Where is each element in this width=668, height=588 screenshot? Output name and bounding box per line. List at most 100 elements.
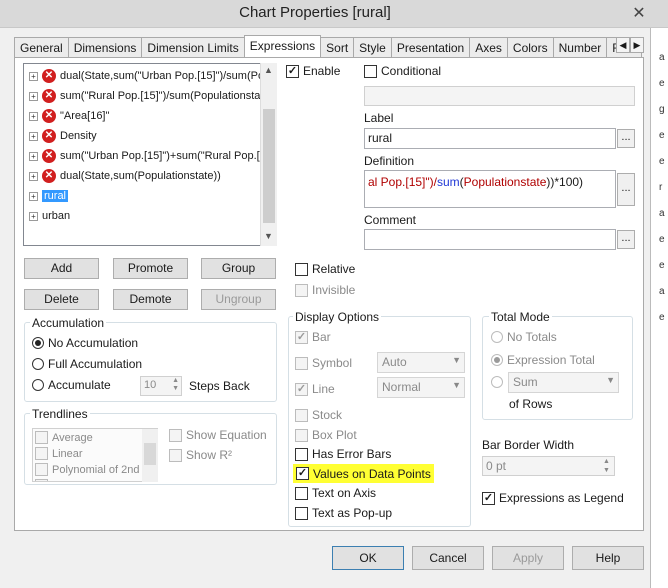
trendline-checkbox[interactable] (35, 431, 48, 444)
tab-dimension-limits[interactable]: Dimension Limits (141, 37, 245, 57)
tab-scroll-right-icon[interactable]: ▶ (630, 37, 644, 53)
definition-input[interactable]: al Pop.[15]")/sum(Populationstate))*100) (364, 170, 616, 208)
label-input[interactable]: rural (364, 128, 616, 149)
sum-radio[interactable] (491, 376, 503, 388)
expression-item[interactable]: + ✕ dual(State,sum(Populationstate)) (29, 167, 221, 185)
trendline-item[interactable]: Linear (35, 447, 83, 460)
label-edit-button[interactable]: ... (617, 129, 635, 148)
relative-option[interactable]: Relative (295, 262, 355, 276)
scroll-thumb[interactable] (263, 109, 275, 223)
no-totals-radio[interactable] (491, 331, 503, 343)
expressions-list[interactable]: + ✕ dual(State,sum("Urban Pop.[15]")/sum(P… (23, 63, 277, 246)
expression-item[interactable]: + rural (29, 187, 69, 205)
add-button[interactable]: Add (24, 258, 99, 279)
tab-expressions[interactable]: Expressions (243, 35, 322, 57)
group-button[interactable]: Group (201, 258, 276, 279)
expression-total-option[interactable]: Expression Total (491, 353, 595, 367)
cancel-button[interactable]: Cancel (412, 546, 484, 570)
sum-option[interactable] (491, 376, 503, 388)
tab-colors[interactable]: Colors (506, 37, 554, 57)
has-error-bars-option[interactable]: Has Error Bars (295, 447, 391, 461)
expand-plus-icon[interactable]: + (29, 131, 38, 141)
delete-button[interactable]: Delete (24, 289, 99, 310)
show-equation-checkbox[interactable] (169, 428, 182, 442)
conditional-field[interactable] (364, 86, 635, 106)
stepper-arrows-icon[interactable]: ▲ ▼ (172, 377, 179, 393)
scroll-down-icon[interactable]: ▼ (264, 231, 273, 241)
expression-item[interactable]: + ✕ dual(State,sum("Urban Pop.[15]")/sum(P… (29, 67, 264, 85)
conditional-option[interactable]: Conditional (364, 64, 441, 78)
enable-option[interactable]: ✓ Enable (286, 64, 340, 78)
full-accumulation-option[interactable]: Full Accumulation (32, 357, 142, 371)
promote-button[interactable]: Promote (113, 258, 188, 279)
values-on-data-points-checkbox[interactable]: ✓ (296, 467, 309, 480)
symbol-option[interactable]: Symbol (295, 356, 352, 370)
trendline-item[interactable]: Average (35, 431, 93, 444)
ungroup-button[interactable]: Ungroup (201, 289, 276, 310)
expand-plus-icon[interactable]: + (29, 71, 38, 81)
definition-edit-button[interactable]: ... (617, 173, 635, 206)
has-error-bars-checkbox[interactable] (295, 447, 308, 461)
expressions-as-legend-option[interactable]: ✓ Expressions as Legend (482, 491, 624, 505)
tab-style[interactable]: Style (353, 37, 392, 57)
tab-general[interactable]: General (14, 37, 69, 57)
bar-border-width-input[interactable]: 0 pt (482, 456, 615, 476)
relative-checkbox[interactable] (295, 262, 308, 276)
text-on-axis-checkbox[interactable] (295, 486, 308, 500)
expand-plus-icon[interactable]: + (29, 211, 38, 221)
text-on-axis-option[interactable]: Text on Axis (295, 486, 376, 500)
expand-plus-icon[interactable]: + (29, 91, 38, 101)
show-r2-option[interactable]: Show R² (169, 448, 232, 462)
expression-item[interactable]: + urban (29, 207, 70, 225)
expand-plus-icon[interactable]: + (29, 191, 38, 201)
trendline-item[interactable]: Polynomial of 3rd d (35, 479, 146, 481)
expression-item[interactable]: + ✕ Density (29, 127, 97, 145)
expand-plus-icon[interactable]: + (29, 151, 38, 161)
stock-checkbox[interactable] (295, 408, 308, 422)
trendlines-scrollbar[interactable] (142, 429, 158, 482)
invisible-option[interactable]: Invisible (295, 283, 355, 297)
show-r2-checkbox[interactable] (169, 448, 182, 462)
line-option[interactable]: ✓ Line (295, 382, 335, 396)
no-totals-option[interactable]: No Totals (491, 330, 557, 344)
expand-plus-icon[interactable]: + (29, 111, 38, 121)
conditional-checkbox[interactable] (364, 64, 377, 78)
bar-option[interactable]: ✓ Bar (295, 330, 331, 344)
expressions-as-legend-checkbox[interactable]: ✓ (482, 491, 495, 505)
tab-number[interactable]: Number (552, 37, 608, 57)
help-button[interactable]: Help (572, 546, 644, 570)
trendlines-list[interactable]: Average Linear Polynomial of 2nd d Polynomi… (32, 428, 158, 482)
expand-plus-icon[interactable]: + (29, 171, 38, 181)
ok-button[interactable]: OK (332, 546, 404, 570)
comment-input[interactable] (364, 229, 616, 250)
demote-button[interactable]: Demote (113, 289, 188, 310)
box-plot-checkbox[interactable] (295, 428, 308, 442)
tab-dimensions[interactable]: Dimensions (67, 37, 143, 57)
line-style-select[interactable]: Normal ▼ (377, 377, 465, 398)
trendline-checkbox[interactable] (35, 479, 48, 481)
steps-back-stepper[interactable]: 10 ▲ ▼ (140, 376, 182, 396)
expression-item[interactable]: + ✕ sum("Urban Pop.[15]")+sum("Rural Pop.[… (29, 147, 266, 165)
enable-checkbox[interactable]: ✓ (286, 64, 299, 78)
text-as-popup-option[interactable]: Text as Pop-up (295, 506, 392, 520)
full-accumulation-radio[interactable] (32, 358, 44, 370)
text-as-popup-checkbox[interactable] (295, 506, 308, 520)
accumulate-radio[interactable] (32, 379, 44, 391)
expressions-scrollbar[interactable]: ▲ ▼ (260, 63, 277, 246)
aggregation-select[interactable]: Sum ▼ (508, 372, 619, 393)
tab-sort[interactable]: Sort (320, 37, 355, 57)
expression-item[interactable]: + ✕ "Area[16]" (29, 107, 109, 125)
bar-border-stepper-icon[interactable]: ▲ ▼ (599, 457, 614, 475)
invisible-checkbox[interactable] (295, 283, 308, 297)
box-plot-option[interactable]: Box Plot (295, 428, 357, 442)
bar-checkbox[interactable]: ✓ (295, 330, 308, 344)
stock-option[interactable]: Stock (295, 408, 342, 422)
trendlines-scroll-thumb[interactable] (144, 443, 156, 465)
symbol-select[interactable]: Auto ▼ (377, 352, 465, 373)
accumulate-option[interactable]: Accumulate (32, 378, 111, 392)
apply-button[interactable]: Apply (492, 546, 564, 570)
show-equation-option[interactable]: Show Equation (169, 428, 267, 442)
trendline-checkbox[interactable] (35, 463, 48, 476)
tab-presentation[interactable]: Presentation (390, 37, 471, 57)
tab-scroll-left-icon[interactable]: ◀ (616, 37, 630, 53)
